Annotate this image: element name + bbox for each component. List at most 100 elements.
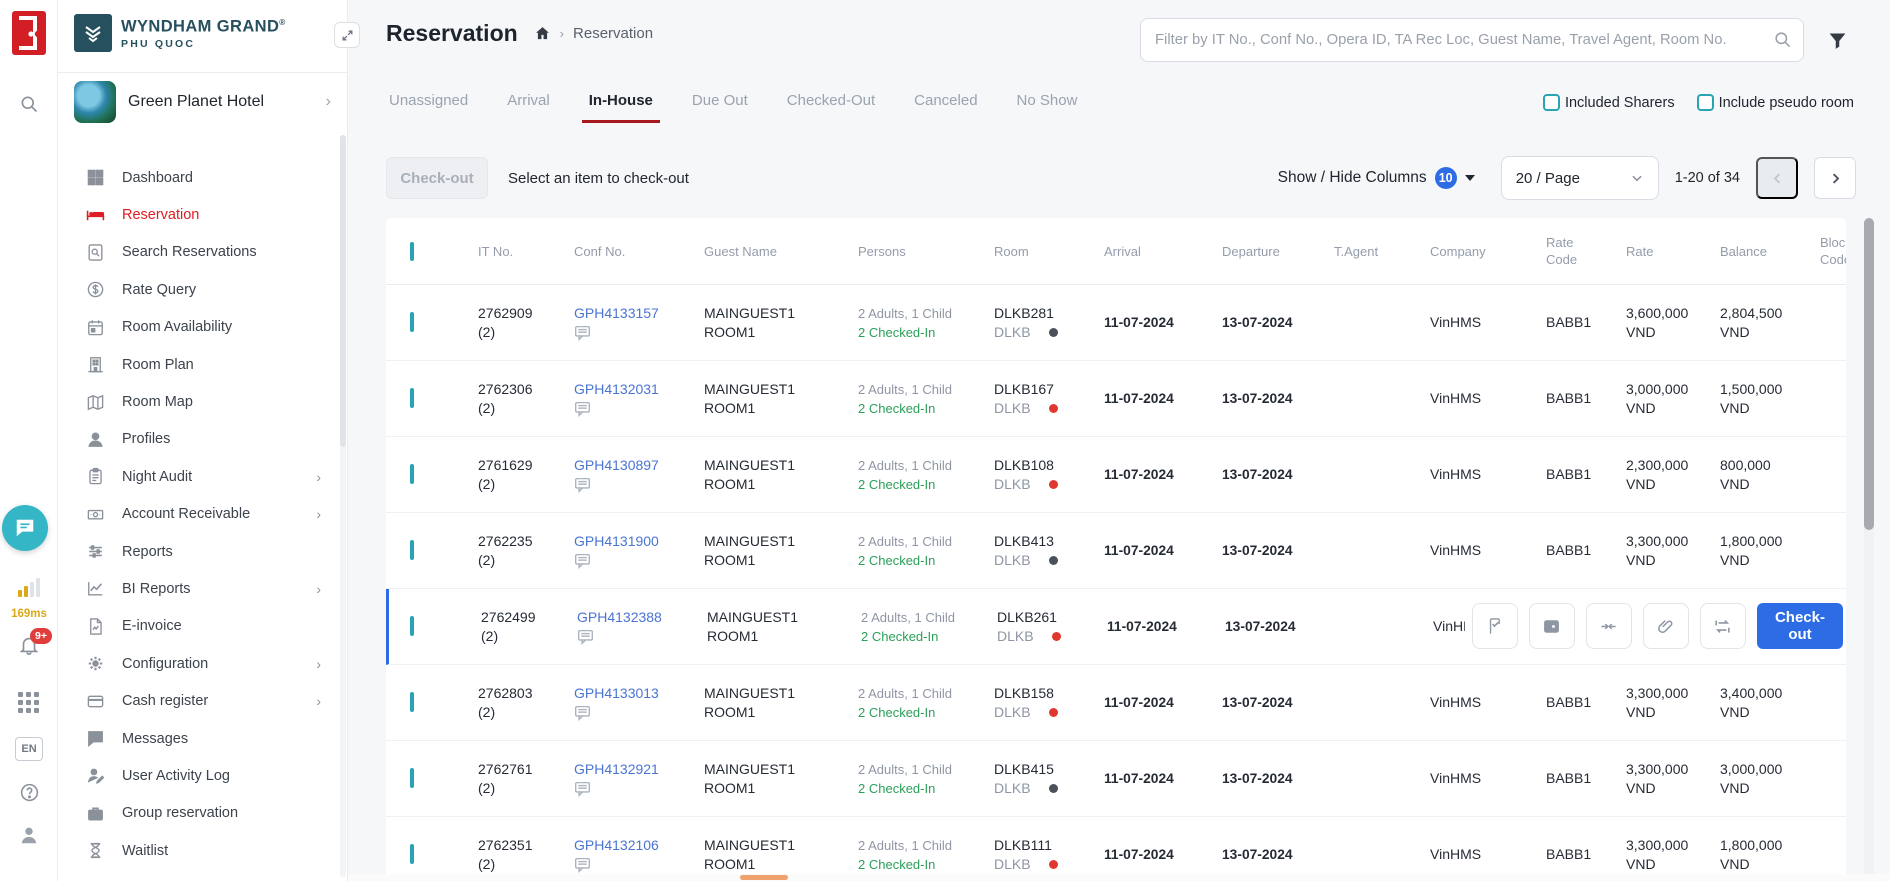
cashiering-button[interactable]	[1529, 603, 1575, 649]
col-it-no[interactable]: IT No.	[454, 243, 550, 260]
sidebar-item-search-reservations[interactable]: Search Reservations ›	[58, 234, 347, 271]
it-no-link[interactable]: 2761629(2)	[454, 456, 550, 494]
col-t-agent[interactable]: T.Agent	[1310, 243, 1406, 260]
col-balance[interactable]: Balance	[1696, 243, 1796, 260]
show-hide-columns[interactable]: Show / Hide Columns 10	[1278, 167, 1475, 189]
include-pseudo-room-filter[interactable]: Include pseudo room	[1697, 94, 1854, 111]
sidebar-item-user-activity-log[interactable]: User Activity Log ›	[58, 757, 347, 794]
conf-no-cell[interactable]: GPH4132031	[550, 380, 680, 417]
sidebar-item-night-audit[interactable]: Night Audit ›	[58, 458, 347, 495]
row-checkbox[interactable]	[410, 464, 414, 484]
sidebar-item-room-map[interactable]: Room Map ›	[58, 383, 347, 420]
it-no-link[interactable]: 2762235(2)	[454, 532, 550, 570]
note-icon[interactable]	[574, 325, 680, 341]
conf-no-cell[interactable]: GPH4132106	[550, 836, 680, 873]
sidebar-item-dashboard[interactable]: Dashboard ›	[58, 159, 347, 196]
sidebar-item-configuration[interactable]: Configuration ›	[58, 645, 347, 682]
sidebar-item-bi-reports[interactable]: BI Reports ›	[58, 570, 347, 607]
sidebar-item-account-receivable[interactable]: Account Receivable ›	[58, 496, 347, 533]
select-all-checkbox[interactable]	[410, 242, 414, 261]
conf-no-cell[interactable]: GPH4133157	[550, 304, 680, 341]
conf-no-cell[interactable]: GPH4131900	[550, 532, 680, 569]
sidebar-item-profiles[interactable]: Profiles ›	[58, 421, 347, 458]
room-move-button[interactable]	[1700, 603, 1746, 649]
row-checkbox[interactable]	[410, 768, 414, 788]
search-icon[interactable]	[0, 94, 58, 114]
conf-no-cell[interactable]: GPH4132388	[553, 608, 683, 645]
row-checkbox[interactable]	[410, 388, 414, 408]
filter-input[interactable]	[1140, 18, 1804, 62]
sidebar-collapse-button[interactable]	[334, 22, 360, 48]
filter-funnel-icon[interactable]	[1827, 30, 1848, 51]
note-icon[interactable]	[574, 705, 680, 721]
sidebar-item-reservation[interactable]: Reservation ›	[58, 196, 347, 233]
search-icon[interactable]	[1773, 30, 1792, 49]
col-block-code[interactable]: Block Code	[1796, 234, 1846, 268]
breadcrumb-current[interactable]: Reservation	[573, 25, 653, 42]
it-no-link[interactable]: 2762351(2)	[454, 836, 550, 874]
sidebar-item-room-availability[interactable]: Room Availability ›	[58, 309, 347, 346]
it-no-link[interactable]: 2762909(2)	[454, 304, 550, 342]
horizontal-scrollbar[interactable]	[348, 874, 1890, 881]
col-rate[interactable]: Rate	[1602, 243, 1696, 260]
col-guest-name[interactable]: Guest Name	[680, 243, 834, 260]
table-row[interactable]: 2762909(2) GPH4133157 MAINGUEST1ROOM1 2 …	[386, 285, 1846, 361]
tab-arrival[interactable]: Arrival	[504, 92, 553, 123]
col-persons[interactable]: Persons	[834, 243, 970, 260]
sidebar-item-group-reservation[interactable]: Group reservation ›	[58, 795, 347, 832]
table-row[interactable]: 2762351(2) GPH4132106 MAINGUEST1ROOM1 2 …	[386, 817, 1846, 881]
conf-no-cell[interactable]: GPH4130897	[550, 456, 680, 493]
app-logo-icon[interactable]	[11, 10, 47, 56]
language-switcher[interactable]: EN	[15, 737, 43, 761]
tab-in-house[interactable]: In-House	[586, 92, 656, 123]
tab-unassigned[interactable]: Unassigned	[386, 92, 471, 123]
tab-due-out[interactable]: Due Out	[689, 92, 751, 123]
home-icon[interactable]	[534, 25, 551, 42]
sidebar-item-messages[interactable]: Messages ›	[58, 720, 347, 757]
it-no-link[interactable]: 2762761(2)	[454, 760, 550, 798]
tab-canceled[interactable]: Canceled	[911, 92, 980, 123]
sidebar-item-cash-register[interactable]: Cash register ›	[58, 682, 347, 719]
registration-card-button[interactable]	[1472, 603, 1518, 649]
help-icon[interactable]	[0, 782, 58, 803]
row-checkout-button[interactable]: Check-out	[1757, 603, 1843, 649]
sidebar-scrollbar[interactable]	[340, 135, 346, 877]
property-selector[interactable]: Green Planet Hotel ›	[58, 73, 347, 131]
it-no-link[interactable]: 2762803(2)	[454, 684, 550, 722]
tab-checked-out[interactable]: Checked-Out	[784, 92, 878, 123]
page-size-select[interactable]: 20 / Page	[1501, 156, 1659, 200]
table-row[interactable]: 2762803(2) GPH4133013 MAINGUEST1ROOM1 2 …	[386, 665, 1846, 741]
table-row[interactable]: 2762235(2) GPH4131900 MAINGUEST1ROOM1 2 …	[386, 513, 1846, 589]
conf-no-cell[interactable]: GPH4133013	[550, 684, 680, 721]
note-icon[interactable]	[574, 401, 680, 417]
chat-support-button[interactable]	[2, 505, 48, 551]
note-icon[interactable]	[574, 477, 680, 493]
sidebar-item-key-card[interactable]: Key card ›	[58, 869, 347, 881]
table-row[interactable]: 2761629(2) GPH4130897 MAINGUEST1ROOM1 2 …	[386, 437, 1846, 513]
col-room[interactable]: Room	[970, 243, 1080, 260]
note-icon[interactable]	[574, 857, 680, 873]
col-rate-code[interactable]: Rate Code	[1522, 234, 1602, 268]
col-departure[interactable]: Departure	[1198, 243, 1310, 260]
note-icon[interactable]	[574, 553, 680, 569]
col-company[interactable]: Company	[1406, 243, 1522, 260]
table-row[interactable]: 2762761(2) GPH4132921 MAINGUEST1ROOM1 2 …	[386, 741, 1846, 817]
col-arrival[interactable]: Arrival	[1080, 243, 1198, 260]
checkout-button-disabled[interactable]: Check-out	[386, 157, 488, 199]
it-no-link[interactable]: 2762306(2)	[454, 380, 550, 418]
row-checkbox[interactable]	[410, 692, 414, 712]
next-page-button[interactable]	[1814, 157, 1856, 199]
sidebar-item-reports[interactable]: Reports ›	[58, 533, 347, 570]
it-no-link[interactable]: 2762499(2)	[457, 608, 553, 646]
attachment-button[interactable]	[1643, 603, 1689, 649]
table-row[interactable]: 2762306(2) GPH4132031 MAINGUEST1ROOM1 2 …	[386, 361, 1846, 437]
table-vertical-scrollbar[interactable]	[1864, 218, 1874, 881]
checkbox[interactable]	[1543, 94, 1560, 111]
note-icon[interactable]	[577, 629, 683, 645]
note-icon[interactable]	[574, 781, 680, 797]
row-checkbox[interactable]	[410, 540, 414, 560]
sidebar-item-room-plan[interactable]: Room Plan ›	[58, 346, 347, 383]
merge-button[interactable]	[1586, 603, 1632, 649]
conf-no-cell[interactable]: GPH4132921	[550, 760, 680, 797]
row-checkbox[interactable]	[410, 312, 414, 332]
